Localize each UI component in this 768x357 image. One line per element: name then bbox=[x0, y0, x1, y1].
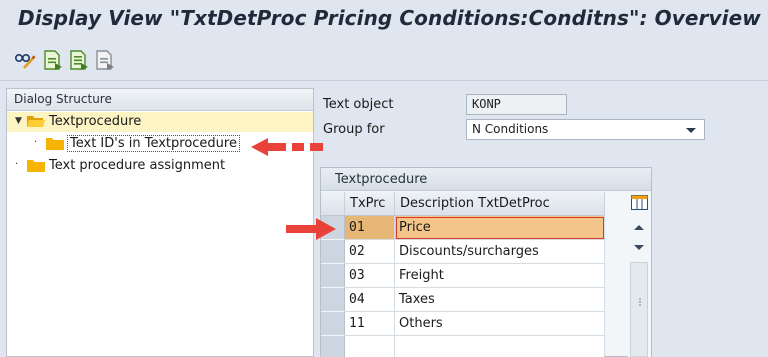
cell-description[interactable]: Price bbox=[395, 216, 605, 240]
column-header-description[interactable]: Description TxtDetProc bbox=[395, 192, 605, 216]
folder-icon bbox=[27, 160, 45, 172]
tree-leaf-dot-icon: · bbox=[34, 137, 38, 148]
tree-item-label: Text procedure assignment bbox=[49, 158, 226, 173]
cell-code[interactable]: 11 bbox=[345, 312, 395, 336]
application-toolbar bbox=[0, 39, 768, 81]
scroll-down-button[interactable] bbox=[630, 240, 648, 254]
folder-icon bbox=[46, 138, 64, 150]
row-selector[interactable] bbox=[321, 264, 345, 288]
triangle-down-icon bbox=[634, 245, 644, 250]
cell-code[interactable]: 04 bbox=[345, 288, 395, 312]
tree-item-text-procedure-assignment[interactable]: · Text procedure assignment bbox=[7, 156, 313, 176]
group-for-label: Group for bbox=[323, 122, 385, 137]
doc-green-list-icon bbox=[70, 50, 88, 70]
row-selector[interactable] bbox=[321, 288, 345, 312]
cell-description[interactable] bbox=[395, 336, 605, 357]
tree-item-textprocedure[interactable]: ▼ Textprocedure bbox=[7, 112, 313, 132]
dialog-structure-panel: Dialog Structure ▼ Textprocedure · Text … bbox=[6, 88, 314, 357]
scroll-up-button[interactable] bbox=[630, 219, 648, 233]
textprocedure-table: Textprocedure TxPrc Description TxtDetPr… bbox=[320, 167, 652, 357]
tree-item-label: Text ID's in Textprocedure bbox=[67, 135, 240, 152]
text-object-label: Text object bbox=[323, 97, 394, 112]
cell-description[interactable]: Taxes bbox=[395, 288, 605, 312]
annotation-arrow-icon bbox=[286, 218, 336, 240]
tree-leaf-dot-icon: · bbox=[15, 159, 19, 170]
cell-description[interactable]: Freight bbox=[395, 264, 605, 288]
text-object-field: KONP bbox=[466, 94, 567, 115]
row-selector[interactable] bbox=[321, 240, 345, 264]
table-settings-icon[interactable] bbox=[631, 195, 648, 210]
cell-code[interactable] bbox=[345, 336, 395, 357]
triangle-up-icon bbox=[634, 225, 644, 230]
column-header-txprc[interactable]: TxPrc bbox=[345, 192, 395, 216]
select-all-rows-button[interactable] bbox=[321, 192, 345, 216]
details-button[interactable] bbox=[42, 49, 64, 71]
tree-item-label: Textprocedure bbox=[49, 114, 142, 129]
annotation-arrow-icon bbox=[251, 138, 323, 156]
row-selector[interactable] bbox=[321, 312, 345, 336]
cell-code[interactable]: 02 bbox=[345, 240, 395, 264]
glasses-pen-icon bbox=[14, 54, 36, 69]
select-all-button[interactable] bbox=[68, 49, 90, 71]
vertical-scrollbar[interactable] bbox=[630, 262, 648, 357]
cell-code[interactable]: 01 bbox=[345, 216, 395, 240]
page-title: Display View "TxtDetProc Pricing Conditi… bbox=[18, 6, 761, 30]
row-selector[interactable] bbox=[321, 336, 345, 357]
table-title: Textprocedure bbox=[321, 168, 651, 191]
dialog-structure-header: Dialog Structure bbox=[7, 89, 313, 111]
cell-description[interactable]: Discounts/surcharges bbox=[395, 240, 605, 264]
title-bar: Display View "TxtDetProc Pricing Conditi… bbox=[0, 0, 768, 39]
doc-gray-icon bbox=[96, 50, 114, 70]
scroll-grip-icon bbox=[639, 298, 641, 306]
group-for-value: N Conditions bbox=[472, 122, 549, 136]
doc-green-icon bbox=[44, 50, 62, 70]
cell-description[interactable]: Others bbox=[395, 312, 605, 336]
cell-code[interactable]: 03 bbox=[345, 264, 395, 288]
select-block-button[interactable] bbox=[94, 49, 116, 71]
expand-arrow-icon[interactable]: ▼ bbox=[15, 116, 22, 126]
group-for-dropdown[interactable]: N Conditions bbox=[466, 119, 705, 140]
folder-open-icon bbox=[27, 116, 45, 127]
display-change-button[interactable] bbox=[14, 49, 36, 71]
chevron-down-icon[interactable] bbox=[686, 128, 696, 133]
